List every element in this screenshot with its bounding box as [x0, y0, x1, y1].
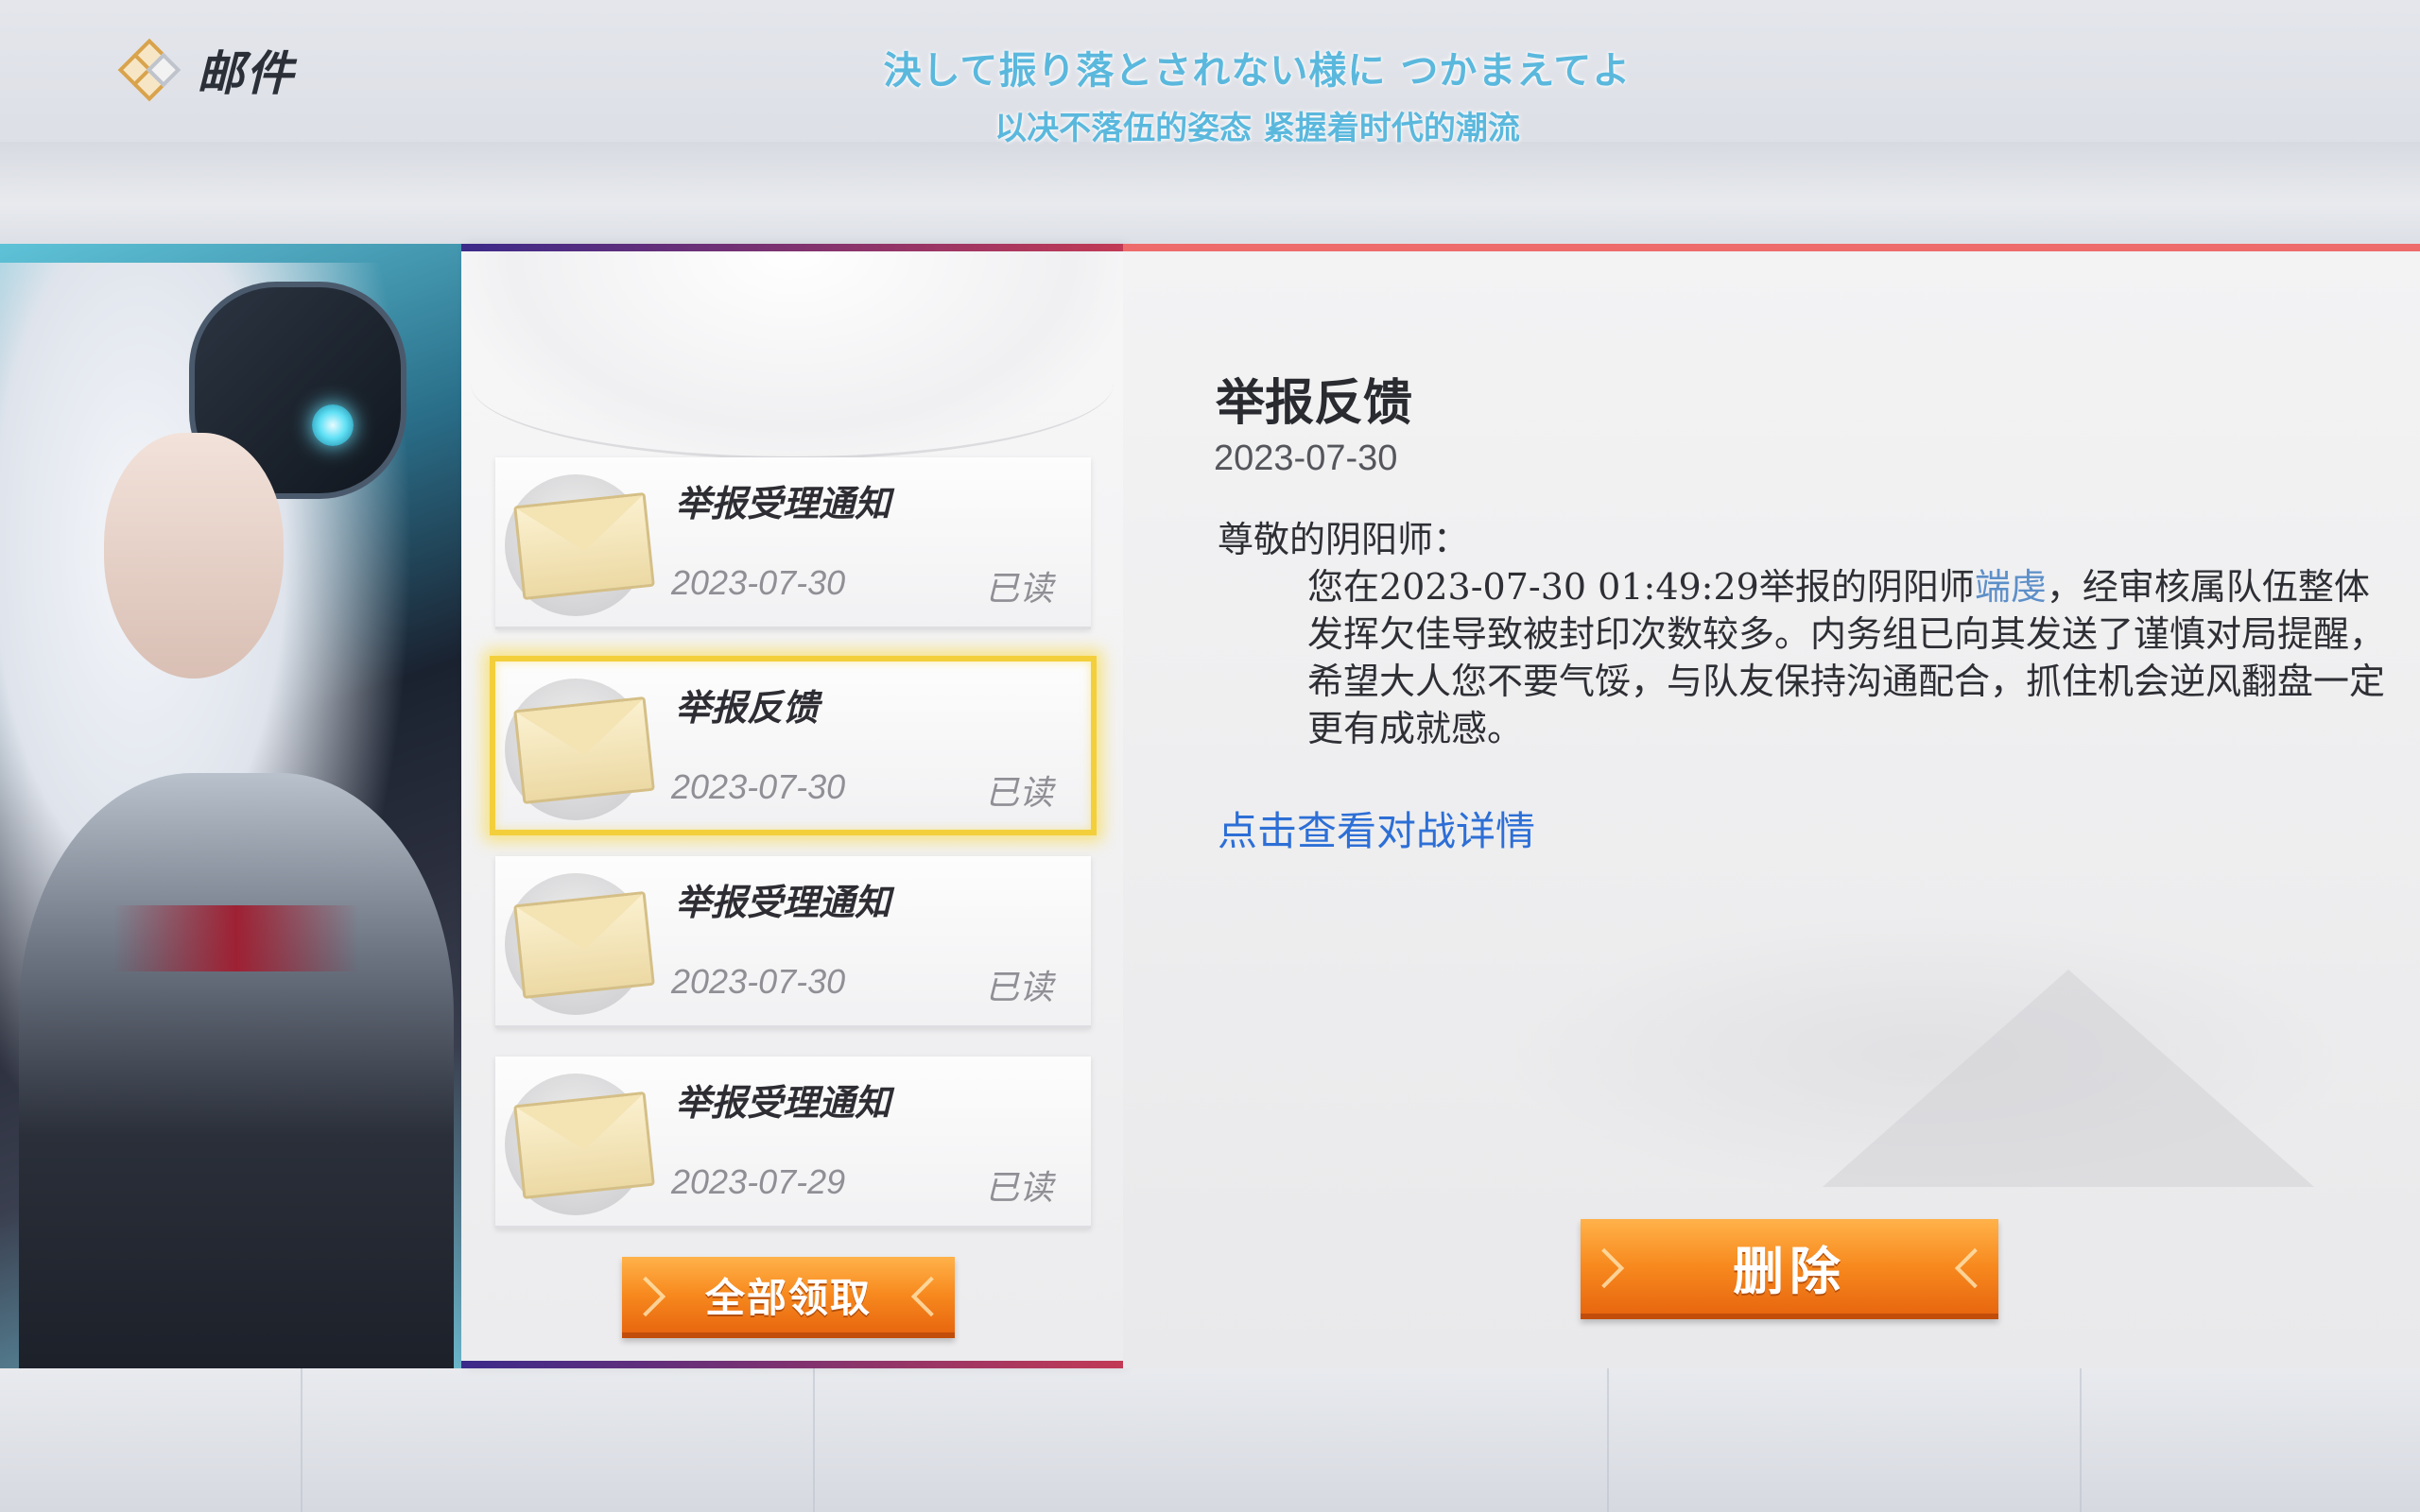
mail-detail-body: 尊敬的阴阳师： 您在2023-07-30 01:49:29举报的阴阳师端虔，经审…: [1218, 516, 2399, 752]
mail-list-item-selected[interactable]: 举报反馈 2023-07-30 已读: [490, 656, 1097, 835]
envelope-icon: [505, 679, 655, 820]
mail-item-title: 举报反馈: [675, 687, 820, 729]
view-battle-details-link[interactable]: 点击查看对战详情: [1218, 799, 1535, 857]
mail-item-date: 2023-07-30: [671, 767, 846, 806]
background-mountain-decoration: [1823, 970, 2314, 1187]
character-armor-accent: [113, 905, 359, 971]
lyrics-subtitle-jp: 決して振り落とされない様に つかまえてよ: [883, 49, 1632, 93]
mail-list-item[interactable]: 举报受理通知 2023-07-30 已读: [495, 856, 1091, 1028]
mail-item-status: 已读: [985, 774, 1054, 813]
mail-item-title: 举报受理通知: [675, 1082, 891, 1124]
mail-list-item[interactable]: 举报受理通知 2023-07-30 已读: [495, 457, 1091, 629]
header: 邮件: [117, 36, 295, 104]
claim-all-button[interactable]: 全部领取: [622, 1257, 955, 1338]
mail-item-date: 2023-07-30: [671, 563, 846, 602]
mail-item-title: 举报受理通知: [675, 882, 891, 923]
character-orb: [312, 404, 354, 446]
reported-player-name[interactable]: 端虔: [1975, 566, 2047, 608]
ceiling-background: [0, 142, 2420, 246]
floor-background: [0, 1361, 2420, 1512]
envelope-flap-decoration: [471, 308, 1114, 459]
mail-detail-date: 2023-07-30: [1214, 438, 1398, 478]
mail-content: 您在2023-07-30 01:49:29举报的阴阳师端虔，经审核属队伍整体发挥…: [1218, 563, 2399, 752]
mail-detail-panel: 举报反馈 2023-07-30 尊敬的阴阳师： 您在2023-07-30 01:…: [1123, 244, 2420, 1368]
lyrics-subtitle-cn: 以决不落伍的姿态 紧握着时代的潮流: [994, 110, 1520, 147]
mail-item-date: 2023-07-30: [671, 962, 846, 1001]
mail-list-item[interactable]: 举报受理通知 2023-07-29 已读: [495, 1057, 1091, 1228]
envelope-icon: [505, 1074, 655, 1215]
character-portrait: [0, 244, 461, 1368]
character-face: [104, 433, 284, 679]
envelope-icon: [505, 474, 655, 616]
mail-detail-title: 举报反馈: [1216, 375, 1413, 432]
mail-greeting: 尊敬的阴阳师：: [1218, 519, 1470, 560]
mail-logo-icon[interactable]: [117, 38, 182, 102]
mail-item-status: 已读: [985, 570, 1054, 609]
mail-content-prefix: 您在2023-07-30 01:49:29举报的阴阳师: [1307, 566, 1975, 608]
mail-item-title: 举报受理通知: [675, 483, 891, 524]
page-title: 邮件: [197, 46, 295, 101]
mail-item-status: 已读: [985, 1169, 1054, 1208]
character-armor: [19, 773, 454, 1368]
mail-item-status: 已读: [985, 969, 1054, 1007]
delete-button[interactable]: 删除: [1581, 1219, 1998, 1319]
mail-list-panel: 举报受理通知 2023-07-30 已读 举报反馈 2023-07-30 已读 …: [461, 244, 1123, 1368]
mail-item-date: 2023-07-29: [671, 1162, 846, 1201]
envelope-icon: [505, 873, 655, 1015]
